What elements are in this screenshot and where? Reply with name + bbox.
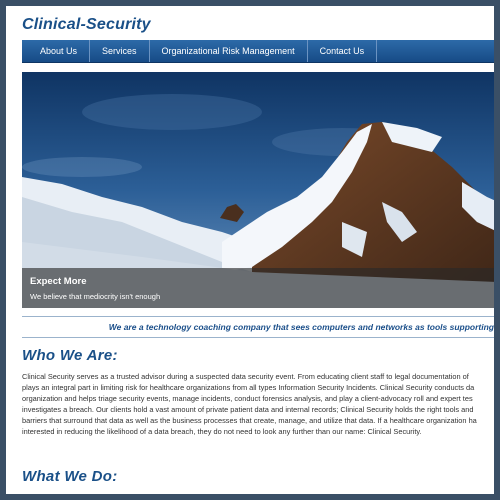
nav-services[interactable]: Services xyxy=(90,40,150,62)
nav-contact-us[interactable]: Contact Us xyxy=(308,40,378,62)
who-we-are-text: Clinical Security serves as a trusted ad… xyxy=(22,371,494,437)
hero-title: Expect More xyxy=(30,276,87,287)
tagline-divider-bottom xyxy=(22,337,494,338)
who-we-are-line: plays an integral part in limiting risk … xyxy=(22,383,475,392)
site-logo[interactable]: Clinical-Security xyxy=(22,16,151,34)
tagline: We are a technology coaching company tha… xyxy=(108,322,494,332)
who-we-are-line: organization and helps triage security e… xyxy=(22,394,473,403)
who-we-are-line: interested in reducing the likelihood of… xyxy=(22,427,422,436)
hero-caption: Expect More We believe that mediocrity i… xyxy=(22,268,494,308)
main-nav: About Us Services Organizational Risk Ma… xyxy=(22,40,494,63)
who-we-are-line: Clinical Security serves as a trusted ad… xyxy=(22,372,469,381)
page: Clinical-Security About Us Services Orga… xyxy=(6,6,494,494)
hero-subtitle: We believe that mediocrity isn't enough xyxy=(30,292,161,301)
nav-organizational-risk-management[interactable]: Organizational Risk Management xyxy=(150,40,308,62)
who-we-are-line: investigates a breach. Our clients hold … xyxy=(22,405,474,414)
hero-banner: Expect More We believe that mediocrity i… xyxy=(22,72,494,308)
who-we-are-line: barriers that surround that data as well… xyxy=(22,416,477,425)
who-we-are-heading: Who We Are: xyxy=(22,347,118,364)
tagline-divider-top xyxy=(22,316,494,317)
nav-about-us[interactable]: About Us xyxy=(22,40,91,62)
what-we-do-heading: What We Do: xyxy=(22,468,118,485)
